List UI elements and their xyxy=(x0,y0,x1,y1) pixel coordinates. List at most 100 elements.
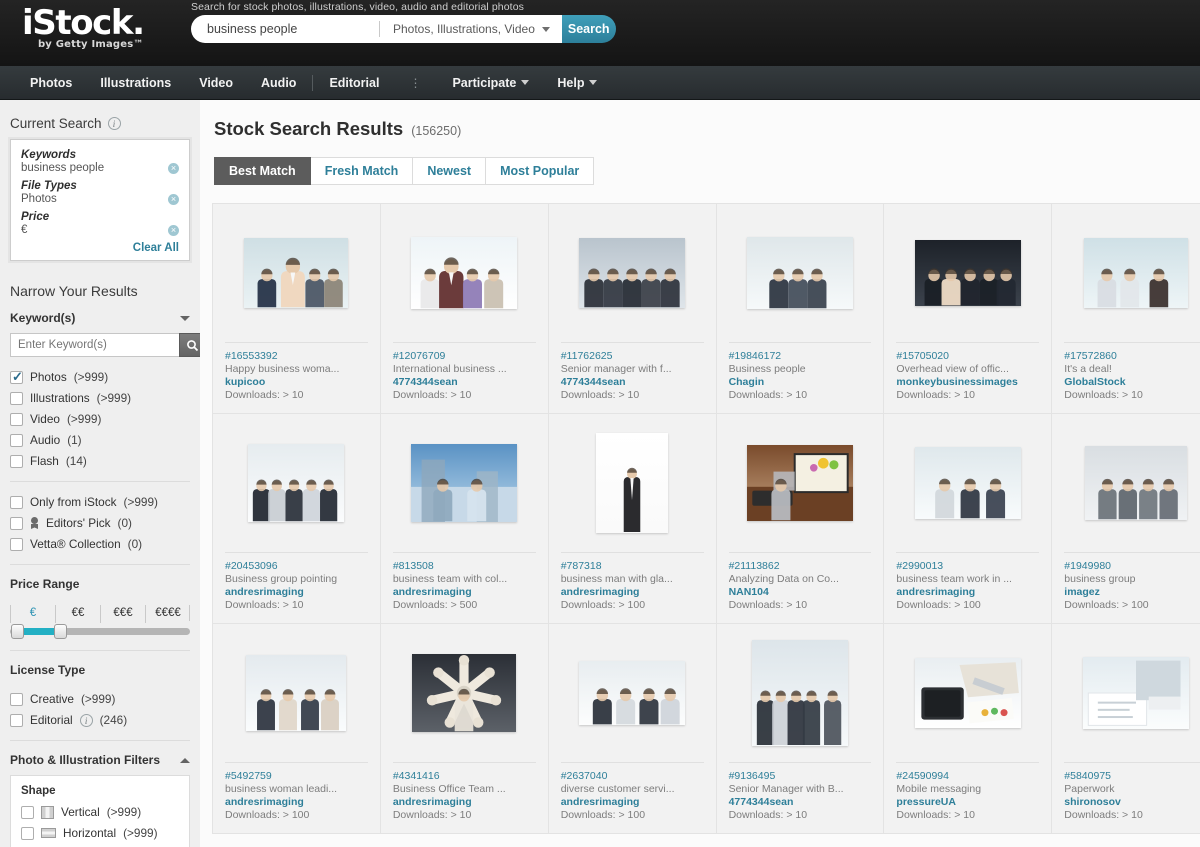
tab-fresh-match[interactable]: Fresh Match xyxy=(310,157,414,185)
result-id[interactable]: #2637040 xyxy=(561,770,704,783)
price-tick-3[interactable]: €€€ xyxy=(100,605,145,623)
price-range-slider[interactable] xyxy=(10,624,190,639)
filter-editors-pick[interactable]: Editors' Pick (0) xyxy=(10,515,200,531)
thumbnail-area[interactable] xyxy=(213,624,380,762)
checkbox-photos[interactable] xyxy=(10,369,23,385)
result-thumbnail[interactable] xyxy=(914,240,1021,306)
result-author[interactable]: andresrimaging xyxy=(225,586,368,599)
price-tick-1[interactable]: € xyxy=(10,605,55,623)
result-id[interactable]: #15705020 xyxy=(896,350,1039,363)
filter-vetta[interactable]: Vetta® Collection (0) xyxy=(10,536,200,552)
thumbnail-area[interactable] xyxy=(549,204,716,342)
keyword-input[interactable] xyxy=(10,333,179,357)
clear-all-link[interactable]: Clear All xyxy=(21,242,179,254)
result-thumbnail[interactable] xyxy=(746,445,853,521)
filter-vertical[interactable]: Vertical (>999) xyxy=(21,804,179,820)
nav-item-illustrations[interactable]: Illustrations xyxy=(86,66,185,100)
nav-item-audio[interactable]: Audio xyxy=(247,66,310,100)
result-id[interactable]: #5492759 xyxy=(225,770,368,783)
thumbnail-area[interactable] xyxy=(381,414,548,552)
thumbnail-area[interactable] xyxy=(1052,414,1200,552)
thumbnail-area[interactable] xyxy=(717,414,884,552)
result-cell[interactable]: #787318 business man with gla... andresrim… xyxy=(548,414,717,624)
checkbox-creative[interactable] xyxy=(10,692,23,706)
result-thumbnail[interactable] xyxy=(579,661,686,725)
thumbnail-area[interactable] xyxy=(549,624,716,762)
thumbnail-area[interactable] xyxy=(884,414,1051,552)
keyword-filter-header[interactable]: Keyword(s) xyxy=(10,311,190,325)
result-cell[interactable]: #5492759 business woman leadi... andresrim… xyxy=(213,624,381,834)
result-cell[interactable]: #21113862 Analyzing Data on Co... NAN104 Do… xyxy=(716,414,885,624)
result-thumbnail[interactable] xyxy=(746,237,853,309)
result-id[interactable]: #813508 xyxy=(393,560,536,573)
result-id[interactable]: #19846172 xyxy=(729,350,872,363)
nav-item-photos[interactable]: Photos xyxy=(16,66,86,100)
result-cell[interactable]: #2990013 business team work in ... andresr… xyxy=(884,414,1053,624)
thumbnail-area[interactable] xyxy=(717,204,884,342)
result-thumbnail[interactable] xyxy=(244,238,349,308)
filter-editorial[interactable]: Editorial i (246) xyxy=(10,712,200,728)
checkbox-audio[interactable] xyxy=(10,433,23,447)
search-type-dropdown[interactable]: Photos, Illustrations, Video xyxy=(380,22,562,36)
result-author[interactable]: andresrimaging xyxy=(393,796,536,809)
result-id[interactable]: #20453096 xyxy=(225,560,368,573)
result-id[interactable]: #4341416 xyxy=(393,770,536,783)
result-id[interactable]: #5840975 xyxy=(1064,770,1200,783)
result-cell[interactable]: #24590994 Mobile messaging pressureUA Downl… xyxy=(884,624,1053,834)
result-author[interactable]: andresrimaging xyxy=(225,796,368,809)
result-id[interactable]: #787318 xyxy=(561,560,704,573)
thumbnail-area[interactable] xyxy=(213,204,380,342)
result-thumbnail[interactable] xyxy=(1082,657,1189,729)
result-author[interactable]: shironosov xyxy=(1064,796,1200,809)
tab-best-match[interactable]: Best Match xyxy=(214,157,311,185)
result-id[interactable]: #17572860 xyxy=(1064,350,1200,363)
thumbnail-area[interactable] xyxy=(549,414,716,552)
result-cell[interactable]: #15705020 Overhead view of offic... monkey… xyxy=(884,204,1053,414)
result-thumbnail[interactable] xyxy=(248,444,345,522)
result-cell[interactable]: #5840975 Paperwork shironosov Downloads: > … xyxy=(1052,624,1200,834)
nav-item-editorial[interactable]: Editorial xyxy=(315,66,393,100)
result-cell[interactable]: #19846172 Business people Chagin Downloads:… xyxy=(716,204,885,414)
slider-handle-min[interactable] xyxy=(11,624,24,639)
result-id[interactable]: #9136495 xyxy=(729,770,872,783)
info-icon[interactable]: i xyxy=(107,117,121,130)
result-author[interactable]: 4774344sean xyxy=(561,376,704,389)
thumbnail-area[interactable] xyxy=(1052,624,1200,762)
result-cell[interactable]: #17572860 It's a deal! GlobalStock Download… xyxy=(1052,204,1200,414)
result-cell[interactable]: #4341416 Business Office Team ... andresri… xyxy=(380,624,549,834)
result-id[interactable]: #21113862 xyxy=(729,560,872,573)
thumbnail-area[interactable] xyxy=(884,624,1051,762)
filter-only-istock[interactable]: Only from iStock (>999) xyxy=(10,494,200,510)
result-thumbnail[interactable] xyxy=(596,433,669,533)
result-author[interactable]: imagez xyxy=(1064,586,1200,599)
nav-item-help[interactable]: Help xyxy=(543,66,611,100)
checkbox-vertical[interactable] xyxy=(21,805,34,819)
result-cell[interactable]: #813508 business team with col... andresri… xyxy=(380,414,549,624)
result-thumbnail[interactable] xyxy=(411,444,518,522)
result-author[interactable]: andresrimaging xyxy=(561,796,704,809)
checkbox-flash[interactable] xyxy=(10,454,23,468)
checkbox-editorial[interactable] xyxy=(10,713,23,727)
filter-creative[interactable]: Creative (>999) xyxy=(10,691,200,707)
tab-newest[interactable]: Newest xyxy=(413,157,487,185)
thumbnail-area[interactable] xyxy=(381,624,548,762)
result-thumbnail[interactable] xyxy=(751,640,848,746)
result-author[interactable]: kupicoo xyxy=(225,376,368,389)
remove-price-icon[interactable]: × xyxy=(168,224,179,236)
thumbnail-area[interactable] xyxy=(213,414,380,552)
checkbox-editors-pick[interactable] xyxy=(10,516,23,530)
photo-filters-header[interactable]: Photo & Illustration Filters xyxy=(10,753,190,767)
price-tick-2[interactable]: €€ xyxy=(55,605,100,623)
nav-item-video[interactable]: Video xyxy=(185,66,247,100)
remove-filetypes-icon[interactable]: × xyxy=(168,193,179,205)
thumbnail-area[interactable] xyxy=(1052,204,1200,342)
result-author[interactable]: 4774344sean xyxy=(393,376,536,389)
result-cell[interactable]: #20453096 Business group pointing andresri… xyxy=(213,414,381,624)
result-thumbnail[interactable] xyxy=(579,238,686,308)
result-author[interactable]: pressureUA xyxy=(896,796,1039,809)
checkbox-illustrations[interactable] xyxy=(10,391,23,405)
result-author[interactable]: andresrimaging xyxy=(561,586,704,599)
slider-handle-max[interactable] xyxy=(54,624,67,639)
result-cell[interactable]: #9136495 Senior Manager with B... 4774344s… xyxy=(716,624,885,834)
result-author[interactable]: NAN104 xyxy=(729,586,872,599)
